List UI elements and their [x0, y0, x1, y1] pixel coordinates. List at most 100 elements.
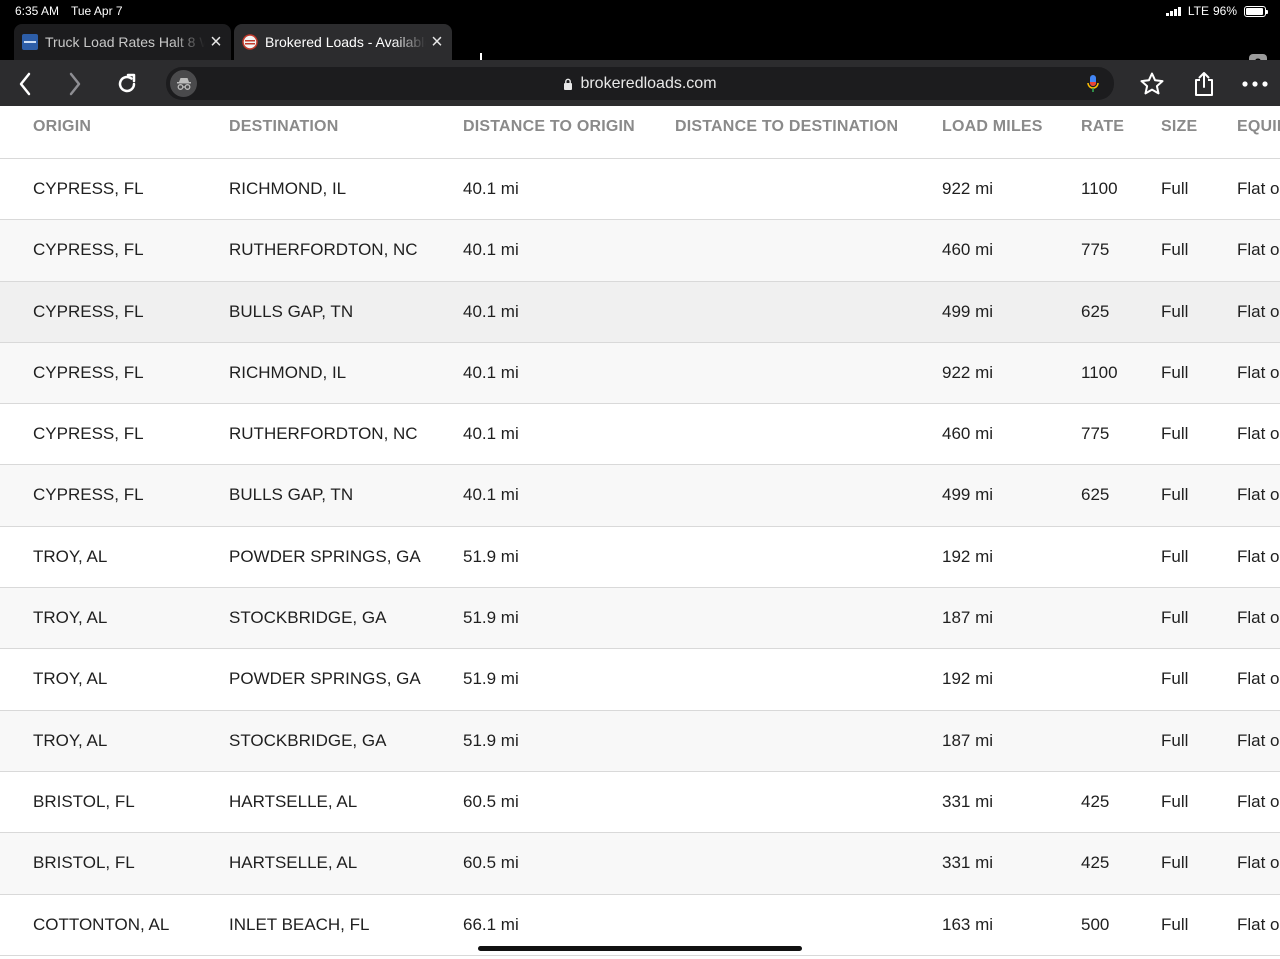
- tab-title: Truck Load Rates Halt 8 W: [45, 34, 205, 50]
- cell-load-miles: 192 mi: [942, 546, 994, 566]
- tab-truck-load-rates[interactable]: Truck Load Rates Halt 8 W ×: [14, 24, 231, 60]
- cell-destination: RICHMOND, IL: [229, 179, 347, 198]
- header-distance-to-origin[interactable]: DISTANCE TO ORIGIN: [463, 118, 635, 136]
- cell-distance-to-origin: 60.5 mi: [463, 853, 519, 873]
- cell-equipment: Flat o: [1237, 301, 1280, 321]
- forward-button[interactable]: [60, 69, 90, 99]
- cell-distance-to-origin: 40.1 mi: [463, 362, 519, 382]
- cell-equipment: Flat o: [1237, 485, 1280, 505]
- cell-size: Full: [1161, 240, 1189, 260]
- table-row[interactable]: BRISTOL, FL HARTSELLE, AL 60.5 mi 331 mi 425…: [0, 833, 1280, 895]
- reload-button[interactable]: [112, 69, 142, 99]
- cell-destination: POWDER SPRINGS, GA: [229, 669, 421, 689]
- cell-load-miles: 331 mi: [942, 791, 994, 811]
- cell-equipment: Flat o: [1237, 730, 1280, 750]
- more-icon: [1242, 81, 1268, 87]
- cell-rate: 625: [1081, 301, 1110, 321]
- tab-brokered-loads[interactable]: Brokered Loads - Available ×: [234, 24, 452, 60]
- status-date: Tue Apr 7: [71, 4, 123, 18]
- cell-size: Full: [1161, 608, 1189, 628]
- cell-rate: 625: [1081, 485, 1110, 505]
- cell-size: Full: [1161, 791, 1189, 811]
- cell-rate: 1100: [1081, 179, 1118, 198]
- header-size[interactable]: SIZE: [1161, 118, 1197, 136]
- header-distance-to-destination[interactable]: DISTANCE TO DESTINATION: [675, 118, 898, 136]
- star-icon: [1140, 72, 1164, 95]
- table-row[interactable]: TROY, AL POWDER SPRINGS, GA 51.9 mi 192 mi F…: [0, 527, 1280, 589]
- cell-equipment: Flat o: [1237, 914, 1280, 934]
- cell-equipment: Flat o: [1237, 546, 1280, 566]
- url-text: brokeredloads.com: [580, 75, 717, 92]
- cell-rate: 425: [1081, 853, 1110, 873]
- cell-rate: 775: [1081, 240, 1110, 260]
- cell-distance-to-origin: 40.1 mi: [463, 485, 519, 505]
- table-row[interactable]: CYPRESS, FL RUTHERFORDTON, NC 40.1 mi 460 m…: [0, 220, 1280, 282]
- cell-origin: CYPRESS, FL: [33, 485, 144, 505]
- cell-distance-to-origin: 51.9 mi: [463, 730, 519, 750]
- back-button[interactable]: [10, 69, 40, 99]
- cell-equipment: Flat o: [1237, 362, 1280, 382]
- more-menu-button[interactable]: [1240, 69, 1270, 99]
- cell-origin: BRISTOL, FL: [33, 853, 135, 873]
- share-button[interactable]: [1189, 69, 1219, 99]
- table-row[interactable]: CYPRESS, FL BULLS GAP, TN 40.1 mi 499 mi 625…: [0, 465, 1280, 527]
- header-equipment[interactable]: EQUIP: [1237, 118, 1280, 136]
- cell-size: Full: [1161, 730, 1189, 750]
- table-row[interactable]: TROY, AL POWDER SPRINGS, GA 51.9 mi 192 mi F…: [0, 649, 1280, 711]
- header-rate[interactable]: RATE: [1081, 118, 1124, 136]
- cell-load-miles: 187 mi: [942, 730, 994, 750]
- cell-origin: CYPRESS, FL: [33, 424, 144, 444]
- cell-size: Full: [1161, 914, 1189, 934]
- cell-load-miles: 922 mi: [942, 179, 994, 198]
- header-load-miles[interactable]: LOAD MILES: [942, 118, 1043, 136]
- cell-distance-to-origin: 40.1 mi: [463, 179, 519, 198]
- table-row[interactable]: TROY, AL STOCKBRIDGE, GA 51.9 mi 187 mi Full…: [0, 710, 1280, 772]
- cell-origin: TROY, AL: [33, 546, 108, 566]
- address-bar[interactable]: brokeredloads.com: [166, 67, 1114, 100]
- battery-percent: 96%: [1212, 4, 1237, 18]
- loads-table: ORIGIN DESTINATION DISTANCE TO ORIGIN DI…: [0, 106, 1280, 959]
- cell-load-miles: 499 mi: [942, 301, 994, 321]
- table-body: CYPRESS, FL RICHMOND, IL 40.1 mi 922 mi 1100…: [0, 159, 1280, 956]
- cell-equipment: Flat o: [1237, 240, 1280, 260]
- cell-size: Full: [1161, 485, 1189, 505]
- cell-equipment: Flat o: [1237, 791, 1280, 811]
- table-row[interactable]: CYPRESS, FL BULLS GAP, TN 40.1 mi 499 mi 625…: [0, 281, 1280, 343]
- url-display[interactable]: brokeredloads.com: [166, 75, 1114, 95]
- close-tab-icon[interactable]: ×: [205, 31, 227, 54]
- table-row[interactable]: BRISTOL, FL HARTSELLE, AL 60.5 mi 331 mi 425…: [0, 772, 1280, 834]
- cell-equipment: Flat o: [1237, 853, 1280, 873]
- cell-distance-to-origin: 40.1 mi: [463, 301, 519, 321]
- cell-origin: CYPRESS, FL: [33, 179, 144, 198]
- microphone-icon: [1087, 75, 1099, 92]
- table-row[interactable]: TROY, AL STOCKBRIDGE, GA 51.9 mi 187 mi Full…: [0, 588, 1280, 650]
- cell-destination: RUTHERFORDTON, NC: [229, 240, 418, 260]
- cell-origin: COTTONTON, AL: [33, 914, 170, 934]
- voice-search-button[interactable]: [1086, 74, 1100, 99]
- table-row[interactable]: CYPRESS, FL RUTHERFORDTON, NC 40.1 mi 460 m…: [0, 404, 1280, 466]
- table-row[interactable]: CYPRESS, FL RICHMOND, IL 40.1 mi 922 mi 1100…: [0, 342, 1280, 405]
- cell-size: Full: [1161, 669, 1189, 689]
- share-icon: [1195, 72, 1213, 96]
- cell-equipment: Flat o: [1237, 424, 1280, 444]
- header-origin[interactable]: ORIGIN: [33, 118, 91, 136]
- network-label: LTE: [1187, 4, 1209, 18]
- lock-icon: [564, 78, 573, 90]
- cell-destination: STOCKBRIDGE, GA: [229, 608, 387, 628]
- cell-distance-to-origin: 60.5 mi: [463, 791, 519, 811]
- site-logo-icon: [22, 34, 38, 50]
- cell-origin: TROY, AL: [33, 608, 108, 628]
- signal-icon: [1165, 6, 1181, 16]
- cell-load-miles: 192 mi: [942, 669, 994, 689]
- close-tab-icon[interactable]: ×: [426, 31, 448, 54]
- cell-origin: TROY, AL: [33, 669, 108, 689]
- cell-destination: BULLS GAP, TN: [229, 301, 354, 321]
- bookmark-button[interactable]: [1137, 69, 1167, 99]
- status-bar: 6:35 AM Tue Apr 7 LTE 96%: [0, 0, 1280, 22]
- cell-origin: CYPRESS, FL: [33, 240, 144, 260]
- cell-destination: RUTHERFORDTON, NC: [229, 424, 418, 444]
- table-row[interactable]: CYPRESS, FL RICHMOND, IL 40.1 mi 922 mi 1100…: [0, 159, 1280, 221]
- header-destination[interactable]: DESTINATION: [229, 118, 338, 136]
- cell-destination: RICHMOND, IL: [229, 362, 347, 382]
- cell-rate: 775: [1081, 424, 1110, 444]
